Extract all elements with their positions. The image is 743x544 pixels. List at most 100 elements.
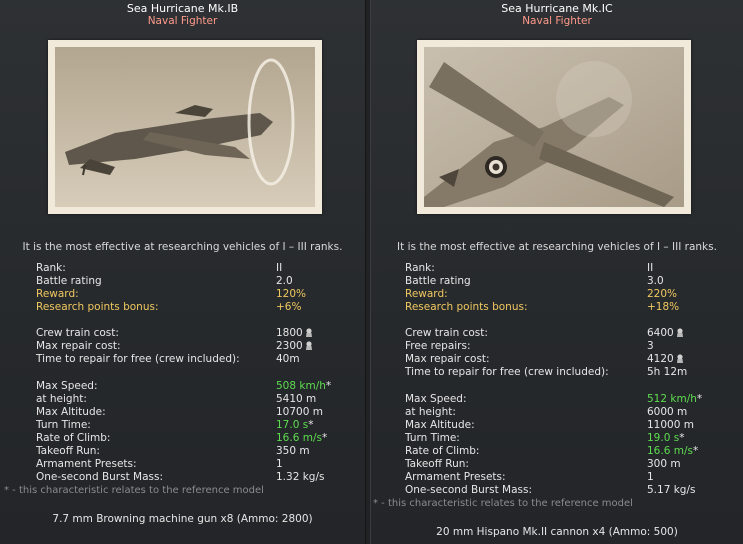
stat-value: 1.32 kg/s bbox=[276, 471, 325, 483]
stat-label: Reward: bbox=[36, 288, 79, 300]
stat-free-repair-time: Time to repair for free (crew included):… bbox=[36, 353, 356, 366]
stat-value: 3.0 bbox=[647, 275, 664, 287]
stat-label: Reward: bbox=[405, 288, 448, 300]
stat-max-altitude: Max Altitude: 11000 m bbox=[405, 419, 735, 432]
stat-rp-bonus: Research points bonus: +18% bbox=[405, 301, 735, 314]
stat-value: 5h 12m bbox=[647, 366, 688, 378]
stat-value: 1 bbox=[647, 471, 654, 483]
stat-value: 19.0 s* bbox=[647, 432, 685, 444]
stat-label: Rate of Climb: bbox=[36, 432, 111, 444]
stat-label: Research points bonus: bbox=[36, 301, 159, 313]
stat-rate-of-climb: Rate of Climb: 16.6 m/s* bbox=[36, 432, 356, 445]
vehicle-class: Naval Fighter bbox=[522, 15, 592, 27]
stat-takeoff-run: Takeoff Run: 350 m bbox=[36, 445, 356, 458]
stat-value: 1 bbox=[276, 458, 283, 470]
aircraft-photo bbox=[48, 40, 322, 214]
stat-value: 3 bbox=[647, 340, 654, 352]
stat-rate-of-climb: Rate of Climb: 16.6 m/s* bbox=[405, 445, 735, 458]
stat-value: 508 km/h* bbox=[276, 380, 332, 392]
stat-value: +6% bbox=[276, 301, 302, 313]
stat-value: 5410 m bbox=[276, 393, 317, 405]
stat-label: Max repair cost: bbox=[36, 340, 121, 352]
stat-value: 4120 bbox=[647, 353, 684, 366]
stat-label: Max repair cost: bbox=[405, 353, 490, 365]
stat-value: 220% bbox=[647, 288, 678, 300]
lion-icon bbox=[305, 328, 312, 337]
stat-rank: Rank: II bbox=[405, 262, 735, 275]
stat-value: +18% bbox=[647, 301, 680, 313]
aircraft-photo bbox=[417, 40, 691, 214]
vehicle-card-left: Sea Hurricane Mk.IB Naval Fighter It is … bbox=[0, 0, 366, 544]
armament-summary: 20 mm Hispano Mk.II cannon x4 (Ammo: 500… bbox=[436, 526, 678, 538]
stat-label: Crew train cost: bbox=[36, 327, 119, 339]
stat-crew-train: Crew train cost: 6400 bbox=[405, 327, 735, 340]
stat-label: One-second Burst Mass: bbox=[36, 471, 164, 483]
stat-label: Time to repair for free (crew included): bbox=[36, 353, 240, 365]
stat-label: Takeoff Run: bbox=[36, 445, 100, 457]
research-note: It is the most effective at researching … bbox=[397, 241, 717, 253]
stat-max-speed: Max Speed: 512 km/h* bbox=[405, 393, 735, 406]
stat-label: Rate of Climb: bbox=[405, 445, 480, 457]
stat-label: Max Altitude: bbox=[36, 406, 106, 418]
stat-label: Max Speed: bbox=[405, 393, 467, 405]
stat-value: 350 m bbox=[276, 445, 310, 457]
stat-battle-rating: Battle rating 3.0 bbox=[405, 275, 735, 288]
stat-value: 5.17 kg/s bbox=[647, 484, 696, 496]
stat-label: Turn Time: bbox=[405, 432, 460, 444]
stat-label: Armament Presets: bbox=[36, 458, 137, 470]
vehicle-card-right: Sea Hurricane Mk.IC Naval Fighter It is … bbox=[370, 0, 743, 544]
vehicle-class: Naval Fighter bbox=[147, 15, 218, 27]
stat-burst-mass: One-second Burst Mass: 5.17 kg/s bbox=[405, 484, 735, 497]
stat-at-height: at height: 6000 m bbox=[405, 406, 735, 419]
stat-label: Max Altitude: bbox=[405, 419, 475, 431]
stat-label: One-second Burst Mass: bbox=[405, 484, 533, 496]
stat-reward: Reward: 220% bbox=[405, 288, 735, 301]
reference-footnote: * - this characteristic relates to the r… bbox=[373, 498, 633, 509]
stat-label: Rank: bbox=[405, 262, 435, 274]
stat-armament-presets: Armament Presets: 1 bbox=[36, 458, 356, 471]
reference-footnote: * - this characteristic relates to the r… bbox=[4, 485, 264, 496]
stat-label: Research points bonus: bbox=[405, 301, 528, 313]
stat-value: 1800 bbox=[276, 327, 313, 340]
stat-turn-time: Turn Time: 19.0 s* bbox=[405, 432, 735, 445]
stat-label: Turn Time: bbox=[36, 419, 91, 431]
stat-value: 10700 m bbox=[276, 406, 323, 418]
stat-takeoff-run: Takeoff Run: 300 m bbox=[405, 458, 735, 471]
lion-icon bbox=[305, 341, 312, 350]
stat-at-height: at height: 5410 m bbox=[36, 393, 356, 406]
stat-value: 6000 m bbox=[647, 406, 688, 418]
stat-label: Time to repair for free (crew included): bbox=[405, 366, 609, 378]
stat-rp-bonus: Research points bonus: +6% bbox=[36, 301, 356, 314]
stat-value: II bbox=[276, 262, 283, 274]
stat-label: Rank: bbox=[36, 262, 66, 274]
research-note: It is the most effective at researching … bbox=[22, 241, 343, 253]
vehicle-title: Sea Hurricane Mk.IC bbox=[501, 2, 613, 15]
stat-label: Takeoff Run: bbox=[405, 458, 469, 470]
vehicle-title: Sea Hurricane Mk.IB bbox=[126, 2, 239, 15]
stat-free-repairs: Free repairs: 3 bbox=[405, 340, 735, 353]
stat-turn-time: Turn Time: 17.0 s* bbox=[36, 419, 356, 432]
stat-label: at height: bbox=[405, 406, 456, 418]
stat-value: 16.6 m/s* bbox=[647, 445, 699, 457]
stat-crew-train: Crew train cost: 1800 bbox=[36, 327, 356, 340]
stat-label: Max Speed: bbox=[36, 380, 98, 392]
stat-armament-presets: Armament Presets: 1 bbox=[405, 471, 735, 484]
stat-value: 300 m bbox=[647, 458, 681, 470]
stat-value: 17.0 s* bbox=[276, 419, 314, 431]
stat-reward: Reward: 120% bbox=[36, 288, 356, 301]
stat-label: Battle rating bbox=[405, 275, 471, 287]
stat-max-repair: Max repair cost: 2300 bbox=[36, 340, 356, 353]
stat-free-repair-time: Time to repair for free (crew included):… bbox=[405, 366, 735, 379]
stat-value: 512 km/h* bbox=[647, 393, 703, 405]
stat-value: 16.6 m/s* bbox=[276, 432, 328, 444]
stat-label: Battle rating bbox=[36, 275, 102, 287]
stat-rank: Rank: II bbox=[36, 262, 356, 275]
stat-max-speed: Max Speed: 508 km/h* bbox=[36, 380, 356, 393]
stat-battle-rating: Battle rating 2.0 bbox=[36, 275, 356, 288]
stat-value: 2300 bbox=[276, 340, 313, 353]
armament-summary: 7.7 mm Browning machine gun x8 (Ammo: 28… bbox=[52, 513, 313, 525]
lion-icon bbox=[676, 328, 683, 337]
stat-label: Armament Presets: bbox=[405, 471, 506, 483]
stat-max-repair: Max repair cost: 4120 bbox=[405, 353, 735, 366]
stat-value: 120% bbox=[276, 288, 307, 300]
